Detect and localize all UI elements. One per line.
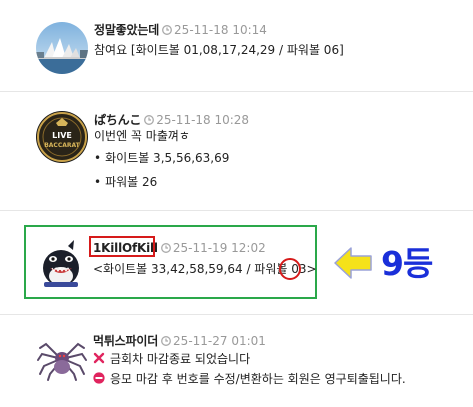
divider — [0, 91, 473, 92]
comment-date: 25-11-18 10:28 — [156, 113, 250, 127]
avatar[interactable] — [38, 238, 84, 288]
avatar[interactable]: LIVE BACCARAT — [36, 111, 88, 163]
comment-date: 25-11-19 12:02 — [172, 241, 266, 255]
cross-mark-icon — [93, 352, 105, 364]
comment-text-line: 응모 마감 후 번호를 수정/변환하는 회원은 영구퇴출됩니다. — [110, 372, 406, 386]
comment-text-line: 금회차 마감종료 되었습니다 — [110, 352, 251, 366]
clock-icon — [162, 25, 172, 35]
no-entry-icon — [93, 372, 105, 384]
number-highlight — [279, 258, 301, 280]
clock-icon — [144, 115, 155, 125]
comment-text-line: 파워볼 26 — [105, 175, 158, 189]
comment-text: 참여요 [화이트볼 01,08,17,24,29 / 파워볼 06] — [94, 43, 344, 57]
author-name[interactable]: ぱちんこ — [94, 113, 141, 127]
bullet: • — [94, 151, 102, 165]
comment-text: 이번엔 꼭 마출껴ㅎ — [94, 129, 190, 143]
clock-icon — [161, 336, 171, 346]
author-name[interactable]: 먹튀스파이더 — [93, 334, 158, 348]
bullet: • — [94, 175, 102, 189]
arrow-left-icon — [334, 247, 372, 279]
comment-text: • 파워볼 26 — [94, 174, 157, 190]
avatar-text-baccarat: BACCARAT — [44, 142, 80, 149]
rank-label: 9등 — [381, 244, 433, 283]
avatar[interactable] — [36, 22, 88, 74]
comment-date: 25-11-18 10:14 — [174, 23, 267, 37]
comment-text: 금회차 마감종료 되었습니다 — [93, 351, 250, 367]
author-name[interactable]: 정말좋았는데 — [94, 23, 159, 37]
divider — [0, 314, 473, 315]
comment-text: • 화이트볼 3,5,56,63,69 — [94, 150, 229, 166]
avatar-text-live: LIVE — [52, 131, 72, 140]
comment-text: 응모 마감 후 번호를 수정/변환하는 회원은 영구퇴출됩니다. — [93, 371, 406, 387]
divider — [0, 210, 473, 211]
avatar[interactable] — [36, 332, 88, 382]
clock-icon — [160, 243, 171, 253]
comment-text-line: 화이트볼 3,5,56,63,69 — [105, 151, 230, 165]
comment-date: 25-11-27 01:01 — [173, 334, 266, 348]
author-highlight — [89, 236, 155, 257]
